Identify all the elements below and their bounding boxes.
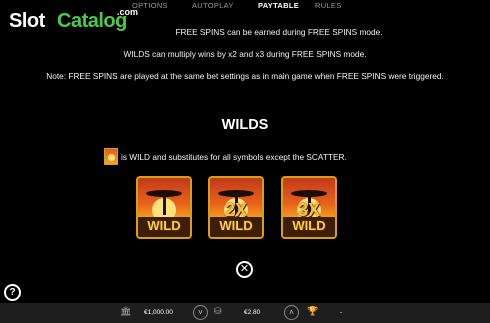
coins-icon: ⛁: [214, 306, 222, 316]
trophy-icon: 🏆: [307, 306, 319, 316]
info-line-free-spins: FREE SPINS can be earned during FREE SPI…: [175, 27, 383, 37]
help-button[interactable]: ?: [4, 284, 21, 301]
wild-symbol-icon: [104, 148, 118, 165]
wild-tile: WILD: [136, 176, 192, 239]
tab-paytable[interactable]: PAYTABLE: [258, 1, 299, 10]
close-icon: ✕: [239, 263, 250, 275]
bet-decrease-button[interactable]: ˅: [193, 305, 208, 320]
info-line-wild-multiply: WILDS can multiply wins by x2 and x3 dur…: [123, 49, 367, 59]
info-line-note: Note: FREE SPINS are played at the same …: [46, 71, 444, 81]
balance-value: €1,000.00: [144, 309, 173, 316]
watermark-com: .com: [117, 7, 139, 17]
wild-label: WILD: [292, 218, 326, 233]
tab-rules[interactable]: RULES: [315, 1, 342, 10]
bet-value: €2.80: [244, 309, 261, 316]
wilds-section-title: WILDS: [221, 117, 269, 133]
win-value: -: [340, 309, 343, 316]
wild-3x-tile: 3X WILD: [281, 176, 337, 239]
help-icon: ?: [9, 287, 16, 298]
close-paytable-button[interactable]: ✕: [236, 261, 253, 278]
wild-2x-tile: 2X WILD: [208, 176, 264, 239]
bank-icon: 🏛: [120, 306, 132, 316]
wild-label: WILD: [147, 218, 181, 233]
bottom-bar: 🏛 €1,000.00 ˅ ⛁ €2.80 ˄ 🏆 -: [0, 303, 490, 323]
wild-description: is WILD and substitutes for all symbols …: [121, 152, 347, 162]
tab-autoplay[interactable]: AUTOPLAY: [192, 1, 234, 10]
wild-label: WILD: [219, 218, 253, 233]
bet-increase-button[interactable]: ˄: [284, 305, 299, 320]
